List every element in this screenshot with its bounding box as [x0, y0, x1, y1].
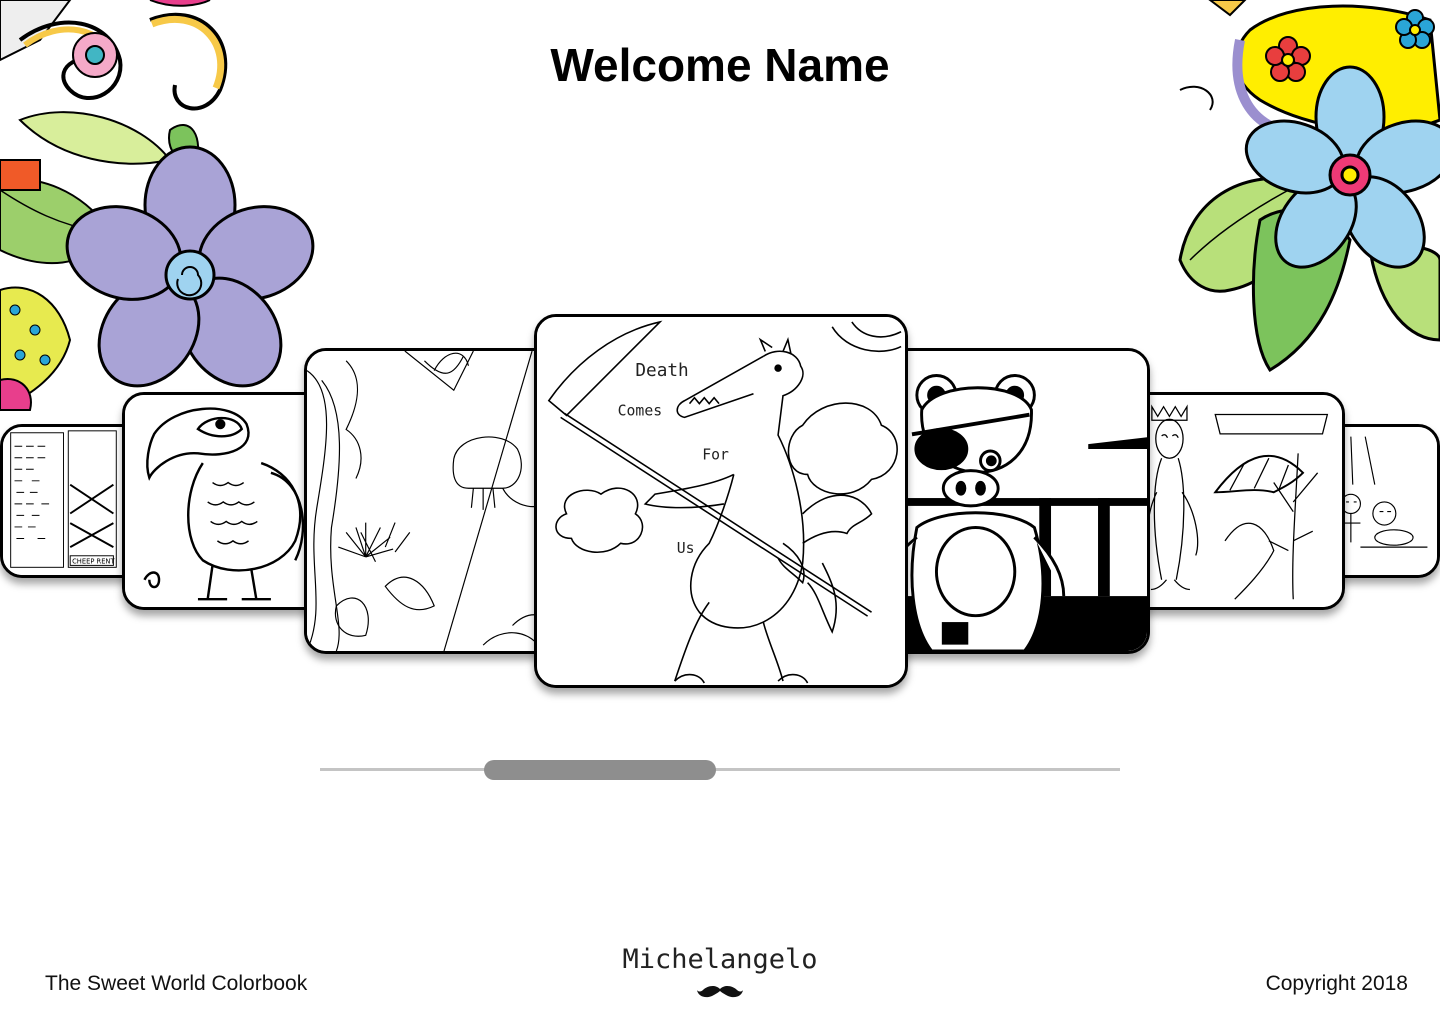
copyright-text: Copyright 2018	[1265, 972, 1408, 995]
caption-for: For	[702, 447, 729, 464]
page-title: Welcome Name	[550, 39, 890, 91]
app-name: The Sweet World Colorbook	[45, 972, 308, 995]
brand-logo-text: Michelangelo	[622, 944, 818, 975]
caption-death: Death	[635, 361, 688, 381]
caption-us: Us	[677, 540, 695, 557]
caption-comes: Comes	[618, 402, 662, 419]
carousel-card-dragon-reaper[interactable]: Death Comes For Us	[534, 314, 908, 688]
svg-text:CHEEP RENT: CHEEP RENT	[72, 557, 115, 565]
dragon-reaper-drawing: Death Comes For Us	[537, 317, 905, 685]
carousel-scroll-thumb[interactable]	[484, 760, 716, 780]
carousel-scroll-track[interactable]	[320, 768, 1120, 771]
mustache-icon	[697, 986, 743, 998]
